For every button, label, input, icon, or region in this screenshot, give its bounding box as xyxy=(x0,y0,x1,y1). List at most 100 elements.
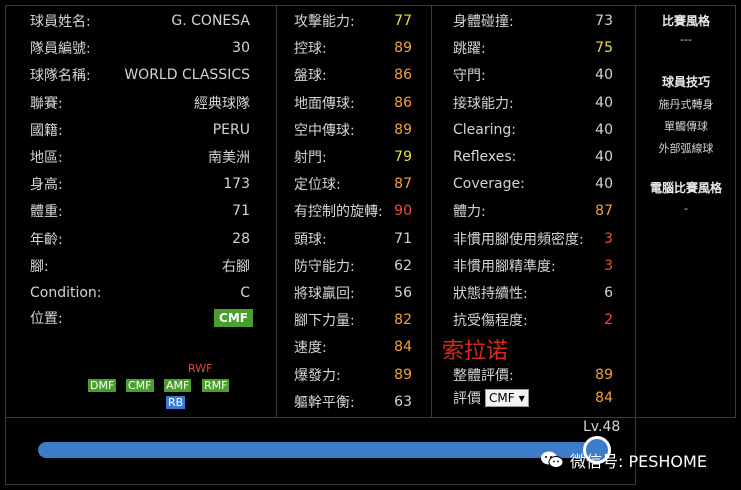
stat-value: 3 xyxy=(604,257,613,274)
player-info-row: 腳: 右腳 xyxy=(30,253,250,279)
wechat-text: 微信号: PESHOME xyxy=(570,452,707,471)
watermark-text: 索拉诺 xyxy=(442,339,509,364)
player-info-label: 國籍: xyxy=(30,122,63,139)
stat-row: 爆發力: 89 xyxy=(294,362,412,388)
player-info-value: C xyxy=(240,285,250,301)
stat-row: 體力: 87 xyxy=(453,198,613,224)
stat-value: 71 xyxy=(394,230,412,247)
rating-value: 84 xyxy=(595,390,613,406)
ai-style-value: - xyxy=(684,202,688,215)
rating-position-select[interactable]: CMF ▼ xyxy=(485,389,529,407)
stat-value: 56 xyxy=(394,285,412,301)
stat-label: 空中傳球: xyxy=(294,122,355,139)
stat-row: 定位球: 87 xyxy=(294,171,412,197)
player-info-row: 地區: 南美洲 xyxy=(30,144,250,170)
player-info-value: 173 xyxy=(223,176,250,193)
skill-item: 外部弧線球 xyxy=(658,142,714,155)
skill-item: 單觸傳球 xyxy=(664,120,708,133)
play-style-title: 比賽風格 xyxy=(661,14,710,28)
stat-row: 軀幹平衡: 63 xyxy=(294,389,412,415)
player-info-label: 年齡: xyxy=(30,231,63,248)
stat-row: 速度: 84 xyxy=(294,334,412,360)
stat-label: 控球: xyxy=(294,41,327,58)
stat-value: 86 xyxy=(394,94,412,111)
position-badge: CMF xyxy=(214,309,253,327)
play-style-value: --- xyxy=(680,33,692,46)
stat-label: Clearing: xyxy=(453,121,516,138)
player-info-row: 身高: 173 xyxy=(30,171,250,197)
skills-title: 球員技巧 xyxy=(661,75,710,89)
player-info-row: Condition: C xyxy=(30,280,250,306)
stat-label: 非慣用腳精準度: xyxy=(453,258,556,275)
stat-value: 89 xyxy=(595,366,613,383)
player-info-value: 南美洲 xyxy=(208,150,250,166)
player-info-value: 28 xyxy=(232,230,250,247)
stat-value: 40 xyxy=(595,149,613,165)
stat-value: 79 xyxy=(394,149,412,165)
stat-row: Clearing: 40 xyxy=(453,117,613,143)
stat-row: 非慣用腳使用頻密度: 3 xyxy=(453,226,613,252)
player-info-value: PERU xyxy=(212,121,250,138)
position-row: 位置: CMF xyxy=(30,305,253,331)
stat-row: 盤球: 86 xyxy=(294,62,412,88)
stat-row: 防守能力: 62 xyxy=(294,253,412,279)
stat-value: 6 xyxy=(604,285,613,301)
stat-value: 62 xyxy=(394,257,412,274)
rating-select-value: CMF xyxy=(489,391,515,405)
stat-label: 有控制的旋轉: xyxy=(294,204,383,221)
stat-value: 87 xyxy=(394,176,412,193)
stat-row: 控球: 89 xyxy=(294,35,412,61)
position-map-top: RWF xyxy=(188,362,213,375)
position-map: RWF DMF CMF AMF RMF RB xyxy=(84,357,234,409)
stat-row: Coverage: 40 xyxy=(453,171,613,197)
player-info-label: 隊員編號: xyxy=(30,41,91,58)
level-slider-track[interactable] xyxy=(38,442,608,458)
stat-label: 腳下力量: xyxy=(294,313,355,330)
stat-label: 速度: xyxy=(294,340,327,357)
wechat-watermark: 微信号: PESHOME xyxy=(540,448,707,472)
rating-label: 評價 xyxy=(453,391,481,407)
player-info-row: 聯賽: 經典球隊 xyxy=(30,90,250,116)
stat-label: 接球能力: xyxy=(453,95,514,112)
stat-value: 40 xyxy=(595,94,613,111)
stat-value: 82 xyxy=(394,312,412,329)
stat-label: 身體碰撞: xyxy=(453,14,514,30)
ai-style-title: 電腦比賽風格 xyxy=(649,181,722,195)
stat-value: 40 xyxy=(595,67,613,84)
position-map-rb: RB xyxy=(166,396,186,409)
wechat-icon xyxy=(540,450,564,470)
stat-row: 抗受傷程度: 2 xyxy=(453,307,613,333)
stat-label: 狀態持續性: xyxy=(453,286,528,302)
stat-row: 身體碰撞: 73 xyxy=(453,8,613,34)
stat-label: 射門: xyxy=(294,150,327,166)
player-info-row: 球隊名稱: WORLD CLASSICS xyxy=(30,62,250,88)
player-info-label: 體重: xyxy=(30,204,63,221)
position-map-dmf: DMF xyxy=(88,379,117,392)
stat-value: 89 xyxy=(394,121,412,138)
player-info-row: 隊員編號: 30 xyxy=(30,35,250,61)
stat-label: 抗受傷程度: xyxy=(453,313,528,330)
player-info-value: 右腳 xyxy=(222,258,250,275)
stat-label: 定位球: xyxy=(294,177,341,194)
stat-value: 90 xyxy=(394,203,412,220)
level-slider-fill xyxy=(38,442,597,458)
stat-label: 防守能力: xyxy=(294,258,355,275)
stat-value: 89 xyxy=(394,366,412,383)
stat-value: 40 xyxy=(595,121,613,138)
stat-label: 地面傳球: xyxy=(294,95,355,112)
stat-value: 75 xyxy=(595,40,613,57)
player-info-row: 球員姓名: G. CONESA xyxy=(30,8,250,34)
stat-label: 非慣用腳使用頻密度: xyxy=(453,231,584,248)
stat-label: Coverage: xyxy=(453,176,525,193)
level-label: Lv.48 xyxy=(583,419,621,435)
stat-row: 腳下力量: 82 xyxy=(294,307,412,333)
player-info-value: 71 xyxy=(232,203,250,220)
position-label: 位置: xyxy=(30,311,63,327)
player-info-label: 地區: xyxy=(30,150,63,166)
stat-row: 整體評價: 89 xyxy=(453,362,613,388)
stat-value: 86 xyxy=(394,67,412,84)
stat-row: 空中傳球: 89 xyxy=(294,117,412,143)
skill-item: 施丹式轉身 xyxy=(658,98,714,111)
stat-label: 攻擊能力: xyxy=(294,14,355,30)
player-info-value: G. CONESA xyxy=(171,13,250,29)
